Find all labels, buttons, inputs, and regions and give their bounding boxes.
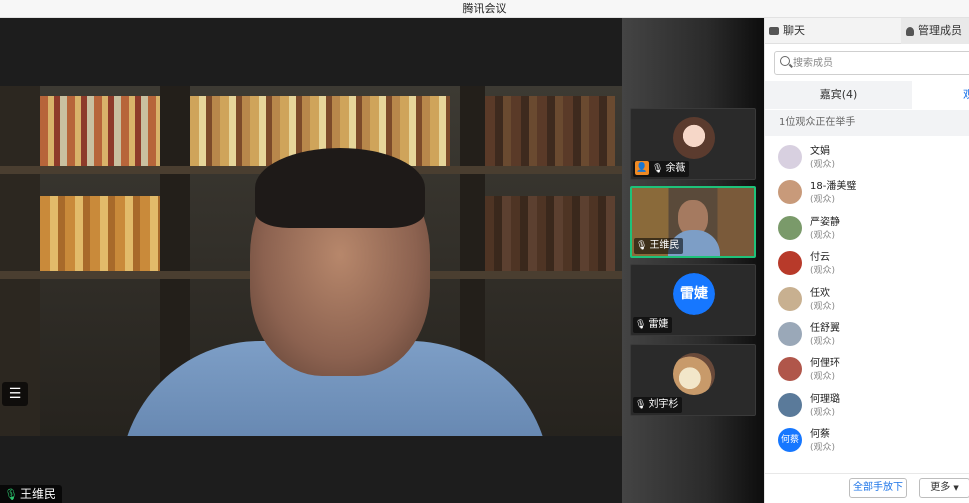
- main-video-frame: [0, 86, 622, 436]
- list-item[interactable]: 付云 (观众): [765, 246, 969, 281]
- panel-footer: 全部手放下 更多 ▼: [765, 473, 969, 503]
- member-name: 付云: [810, 252, 830, 264]
- avatar: [778, 251, 802, 276]
- member-name: 18-潘美璧: [810, 181, 857, 193]
- list-item[interactable]: 何蔡 何蔡 (观众): [765, 423, 969, 458]
- member-role: (观众): [810, 443, 836, 454]
- more-button[interactable]: 更多 ▼: [919, 478, 969, 498]
- subtab-audience[interactable]: 观: [963, 81, 969, 109]
- member-role: (观众): [810, 266, 836, 277]
- speaker-hair: [255, 148, 425, 228]
- search-input[interactable]: [793, 54, 963, 72]
- member-search[interactable]: [774, 51, 969, 75]
- thumbnail-name-tag: 👤 🎙 余薇: [633, 161, 690, 177]
- thumbnail-name-tag: 🎙 王维民: [634, 238, 684, 254]
- avatar: 雷婕: [673, 273, 715, 315]
- avatar: [673, 353, 715, 395]
- member-name: 何蔡: [810, 429, 830, 441]
- member-name: 严姿静: [810, 216, 840, 228]
- subtab-guests[interactable]: 嘉宾(4): [765, 81, 912, 109]
- member-list: 文娟 (观众) 18-潘美璧 (观众) 严姿静 (观众) 付云 (观众) 任欢 (观众) 任舒翼 (观…: [765, 140, 969, 462]
- list-item[interactable]: 文娟 (观众): [765, 140, 969, 175]
- list-item[interactable]: 任欢 (观众): [765, 282, 969, 317]
- mic-muted-icon: 🎙: [635, 400, 647, 410]
- tab-chat[interactable]: 聊天: [765, 18, 901, 44]
- member-subtabs: 嘉宾(4) 观: [765, 81, 969, 109]
- member-role: (观众): [810, 336, 836, 347]
- tab-manage-members[interactable]: 管理成员: [901, 18, 969, 44]
- thumbnail-name-tag: 🎙 刘宇杉: [633, 397, 683, 413]
- member-name: 何理璐: [810, 393, 840, 405]
- thumbnail-name-tag: 🎙 雷婕: [633, 317, 673, 333]
- main-video[interactable]: ☰ 🎙 王维民: [0, 18, 622, 503]
- raise-hand-note: 1位观众正在举手: [765, 110, 969, 136]
- chat-icon: [769, 27, 779, 35]
- list-item[interactable]: 18-潘美璧 (观众): [765, 175, 969, 210]
- list-item[interactable]: 何理璐 (观众): [765, 388, 969, 423]
- member-role: (观众): [810, 195, 836, 206]
- thumbnail-lei[interactable]: 雷婕 🎙 雷婕: [630, 264, 756, 336]
- list-item[interactable]: 何莉(观众): [765, 459, 969, 462]
- member-name: 任欢: [810, 287, 830, 299]
- mic-icon: 🎙: [636, 241, 648, 251]
- member-role: (观众): [810, 407, 836, 418]
- search-icon: [780, 56, 790, 66]
- mic-muted-icon: 🎙: [635, 320, 647, 330]
- member-name: 何俚环: [810, 358, 840, 370]
- thumbnail-rail: 👤 🎙 余薇 🎙 王维民 雷婕 🎙 雷婕 🎙 刘宇杉: [622, 18, 764, 503]
- member-role: (观众): [810, 372, 836, 383]
- panel-tabs: 聊天 管理成员: [765, 18, 969, 44]
- chevron-down-icon: ▼: [953, 484, 959, 492]
- avatar: 何蔡: [778, 428, 802, 453]
- lower-all-hands-button[interactable]: 全部手放下: [849, 478, 907, 498]
- member-role: (观众): [810, 230, 836, 241]
- member-role: (观众): [810, 160, 836, 170]
- person-icon: [906, 26, 914, 36]
- host-icon: 👤: [635, 161, 649, 175]
- window-title: 腾讯会议: [0, 0, 969, 18]
- speaker-name-tag: 🎙 王维民: [0, 485, 62, 503]
- list-item[interactable]: 何俚环 (观众): [765, 352, 969, 387]
- thumbnail-wang[interactable]: 🎙 王维民: [630, 186, 756, 258]
- avatar: [673, 117, 715, 159]
- list-item[interactable]: 任舒翼 (观众): [765, 317, 969, 352]
- thumbnail-yu[interactable]: 👤 🎙 余薇: [630, 108, 756, 180]
- avatar: [778, 321, 802, 346]
- avatar: [778, 286, 802, 311]
- avatar: [778, 180, 802, 205]
- thumbnail-liu[interactable]: 🎙 刘宇杉: [630, 344, 756, 416]
- avatar: [778, 145, 802, 169]
- list-view-icon[interactable]: ☰: [2, 382, 28, 406]
- video-stage: ☰ 🎙 王维民 👤 🎙 余薇 🎙 王维民 雷婕 🎙 雷婕 🎙 刘宇杉: [0, 18, 764, 503]
- avatar: [778, 215, 802, 240]
- speaker-name: 王维民: [19, 487, 56, 501]
- member-name: 何莉: [810, 461, 830, 462]
- list-item[interactable]: 严姿静 (观众): [765, 211, 969, 246]
- side-panel: 聊天 管理成员 嘉宾(4) 观 1位观众正在举手 文娟 (观众) 18-潘美璧 (观众…: [764, 18, 969, 503]
- member-role: (观众): [810, 301, 836, 312]
- mic-icon: 🎙: [652, 164, 664, 174]
- member-name: 任舒翼: [810, 322, 840, 334]
- member-name: 文娟: [810, 146, 830, 157]
- avatar: [778, 357, 802, 382]
- mic-icon: 🎙: [4, 488, 18, 501]
- avatar: [778, 392, 802, 417]
